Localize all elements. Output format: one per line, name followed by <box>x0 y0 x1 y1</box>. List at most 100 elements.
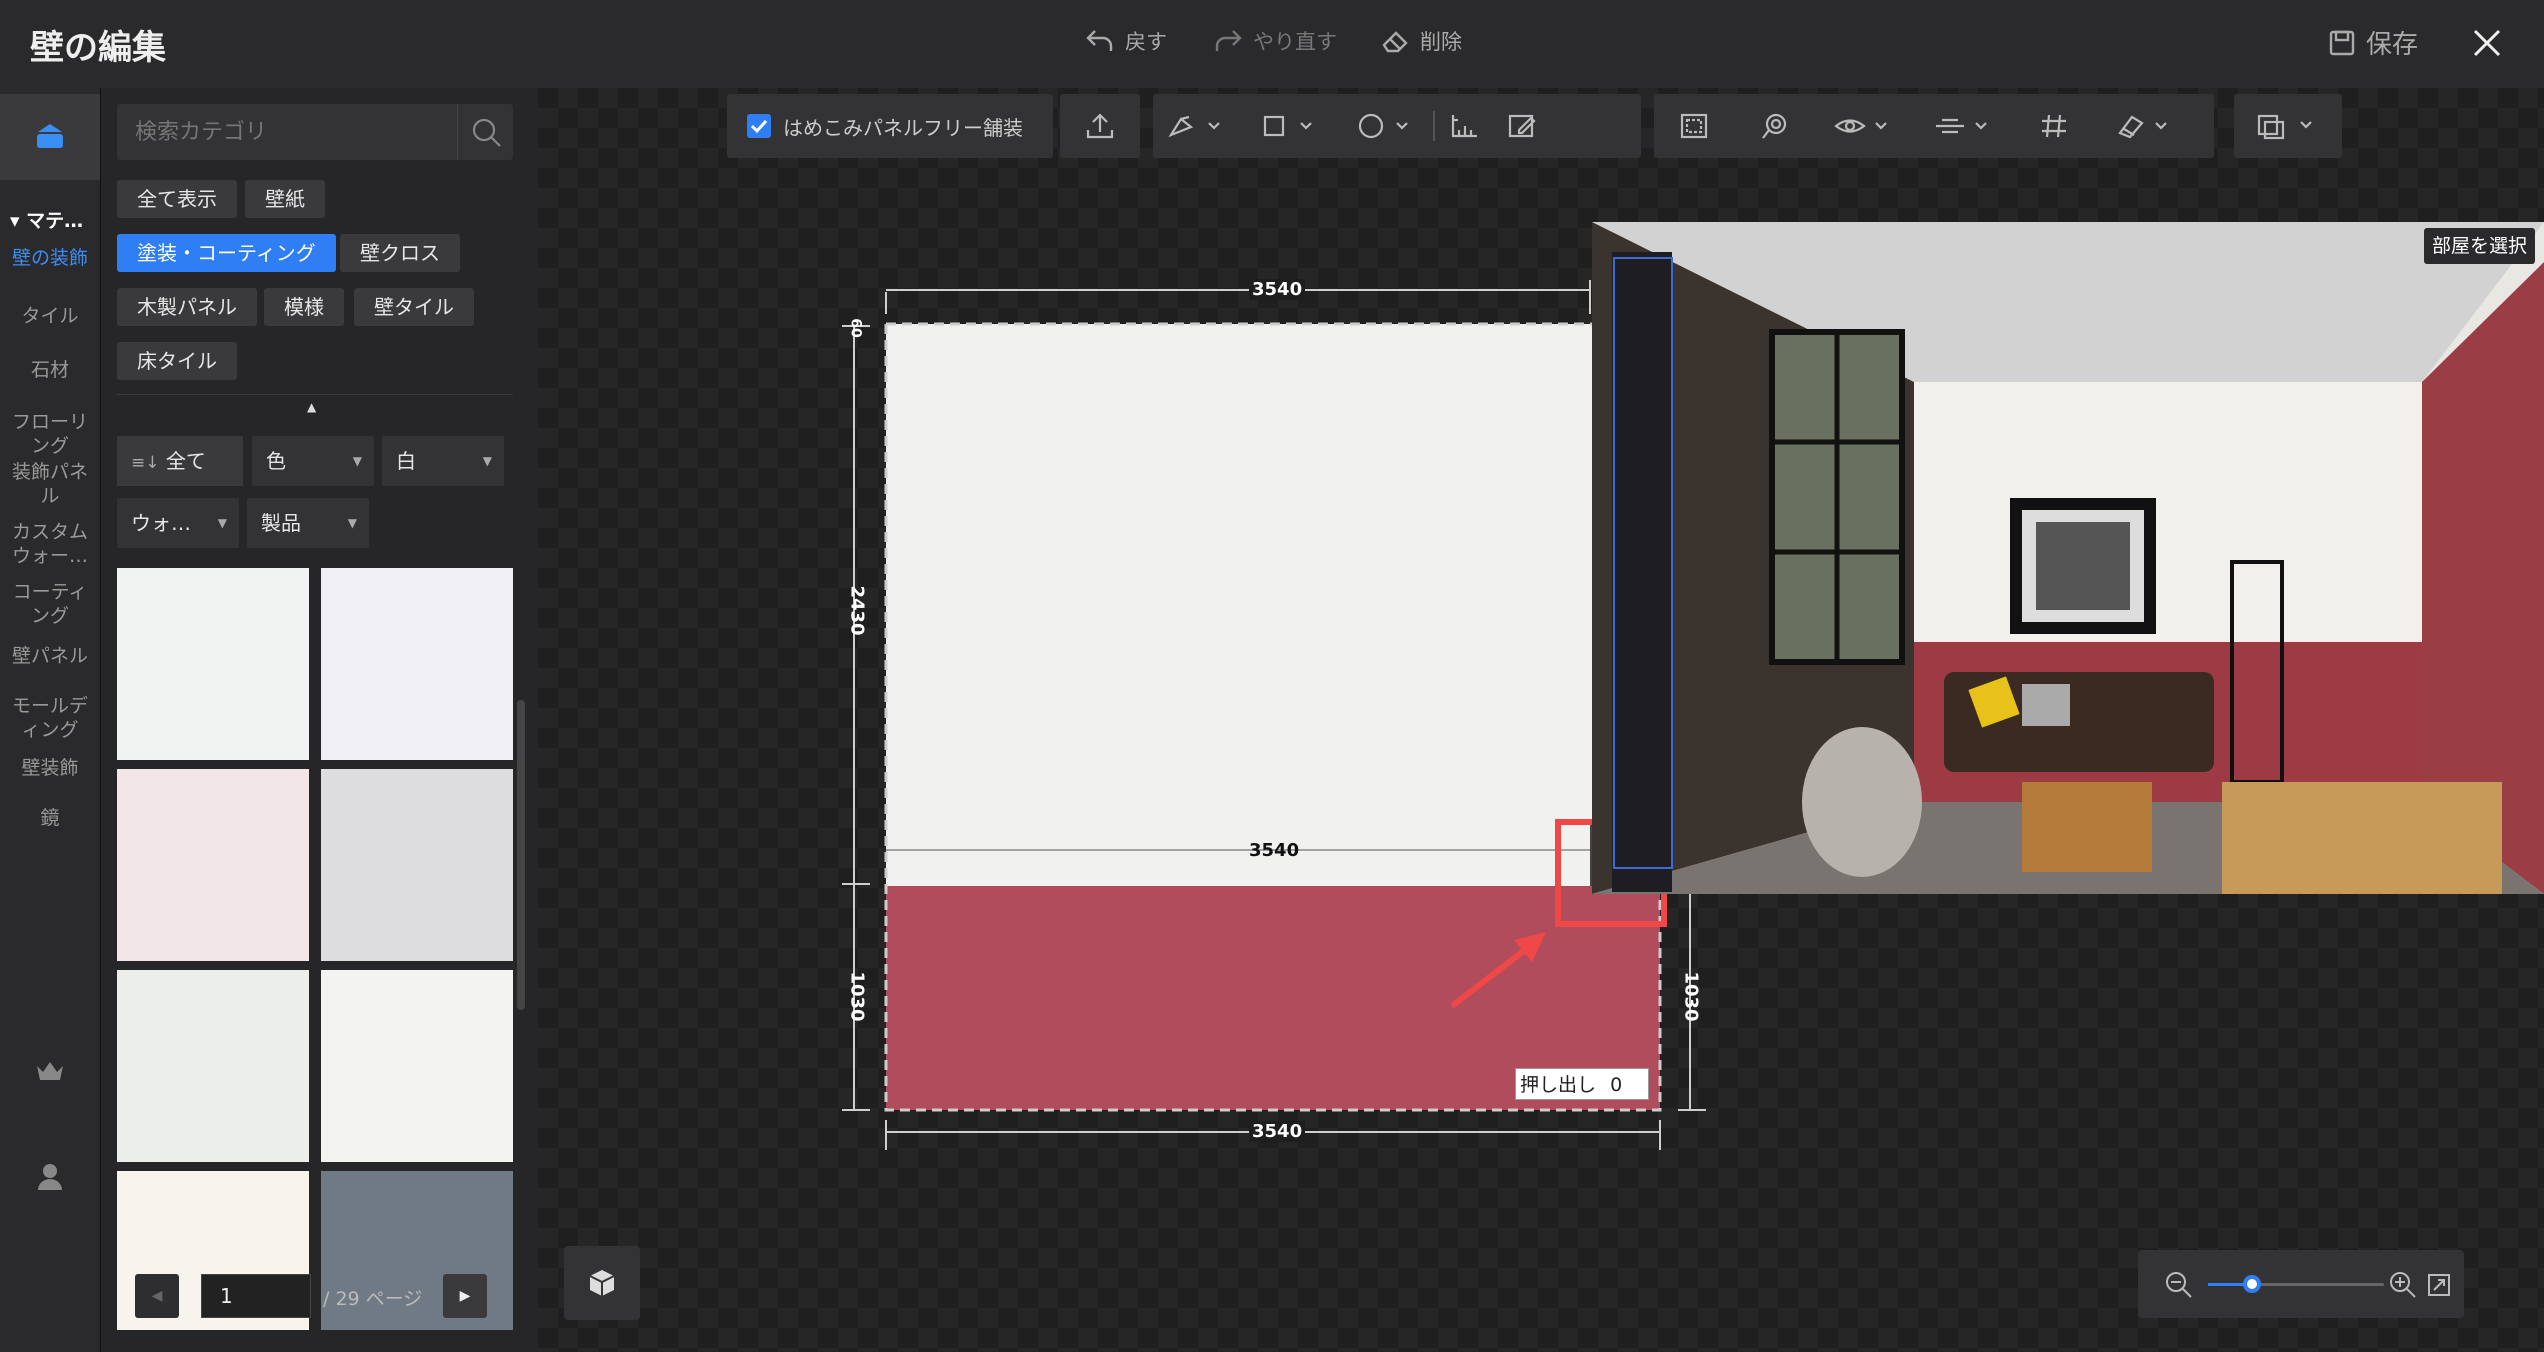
undo-icon <box>1086 30 1113 51</box>
material-swatch[interactable] <box>321 769 513 961</box>
color-filter-label: 色 <box>266 449 286 473</box>
circle-tool-button[interactable] <box>1337 94 1433 158</box>
redo-button[interactable]: やり直す <box>1213 26 1337 56</box>
nav-item[interactable]: コーティ ング <box>0 580 100 628</box>
nav-item[interactable]: カスタム ウォー… <box>0 520 100 568</box>
material-swatch[interactable] <box>117 769 309 961</box>
lasso-button[interactable] <box>1734 94 1814 158</box>
door-panel <box>1612 252 1672 892</box>
nav-item[interactable]: 壁の装飾 <box>0 246 100 270</box>
close-icon <box>2473 29 2501 57</box>
top-small-label: 60 <box>847 318 864 338</box>
upload-button[interactable] <box>1060 94 1140 158</box>
divider <box>117 394 513 395</box>
grid-icon <box>2042 114 2066 138</box>
redo-label: やり直す <box>1253 30 1337 54</box>
circle-icon <box>1358 113 1408 139</box>
panel-scrollbar[interactable] <box>517 700 525 1010</box>
title-bar: 壁の編集 戻す やり直す 削除 保存 <box>0 0 2544 89</box>
chip-wallpaper[interactable]: 壁紙 <box>245 180 325 218</box>
material-icon <box>37 124 63 148</box>
material-swatch[interactable] <box>117 568 309 760</box>
chip-wall-cloth[interactable]: 壁クロス <box>340 234 460 272</box>
material-swatch[interactable] <box>321 568 513 760</box>
brush-button[interactable] <box>2094 94 2194 158</box>
extrude-field[interactable]: 押し出し 0 <box>1515 1068 1649 1100</box>
ruler-icon <box>1451 115 1477 138</box>
search-button[interactable] <box>457 104 514 160</box>
material-swatch[interactable] <box>117 970 309 1162</box>
measure-tool-button[interactable] <box>1435 94 1493 158</box>
next-page-button[interactable]: ▶ <box>443 1274 487 1318</box>
zoom-out-icon[interactable] <box>2164 1270 2194 1300</box>
upper-height-label: 2430 <box>846 585 868 636</box>
nav-item[interactable]: タイル <box>0 304 100 328</box>
premium-button[interactable] <box>34 1058 66 1088</box>
page-total-label: / 29 ページ <box>323 1288 423 1310</box>
account-button[interactable] <box>36 1162 64 1196</box>
nav-item[interactable]: モールデ ィング <box>0 694 100 742</box>
page-number-input[interactable] <box>201 1274 311 1318</box>
search-input[interactable] <box>117 104 457 160</box>
material-tab[interactable] <box>0 94 100 180</box>
wall-upper-section[interactable] <box>886 324 1610 886</box>
chip-floor-tile[interactable]: 床タイル <box>117 342 237 380</box>
zoom-slider-thumb[interactable] <box>2243 1275 2261 1293</box>
grid-button[interactable] <box>2014 94 2094 158</box>
nav-item[interactable]: 壁パネル <box>0 644 100 668</box>
right-height-label: 1030 <box>1680 971 1702 1022</box>
copy-button[interactable] <box>2234 94 2342 158</box>
save-label: 保存 <box>2366 30 2419 60</box>
collapse-chips-icon[interactable]: ▲ <box>307 400 316 414</box>
top-width-label: 3540 <box>1249 279 1306 300</box>
visibility-button[interactable] <box>1814 94 1914 158</box>
undo-button[interactable]: 戻す <box>1085 26 1167 56</box>
caret-down-icon: ▼ <box>352 454 362 468</box>
chip-pattern[interactable]: 模様 <box>264 288 344 326</box>
nav-item[interactable]: 装飾パネ ル <box>0 460 100 508</box>
nav-item[interactable]: 壁装飾 <box>0 756 100 780</box>
prev-page-button[interactable]: ◀ <box>135 1274 179 1318</box>
align-button[interactable] <box>1914 94 2014 158</box>
view-3d-button[interactable] <box>564 1246 640 1320</box>
eye-icon <box>1834 119 1887 133</box>
room-3d-preview[interactable] <box>1592 222 2544 894</box>
section-toggle[interactable]: ▾ マテ… <box>10 206 83 233</box>
color-filter-dropdown[interactable]: 色 ▼ <box>252 436 374 486</box>
save-button[interactable]: 保存 <box>2328 24 2418 61</box>
delete-button[interactable]: 削除 <box>1380 26 1462 56</box>
picture-photo <box>2036 522 2130 610</box>
material-swatch[interactable] <box>321 970 513 1162</box>
color-value-label: 白 <box>396 449 416 473</box>
nav-item[interactable]: 石材 <box>0 358 100 382</box>
panel-free-checkbox[interactable] <box>747 114 771 138</box>
nav-item[interactable]: フローリ ング <box>0 410 100 458</box>
select-frame-button[interactable] <box>1654 94 1734 158</box>
zoom-slider-track[interactable] <box>2208 1275 2384 1293</box>
crown-icon <box>37 1062 63 1080</box>
edit-area-icon <box>1508 114 1536 138</box>
chip-paint-coating[interactable]: 塗装・コーティング <box>117 234 336 272</box>
zoom-in-icon[interactable] <box>2388 1270 2418 1300</box>
rectangle-tool-button[interactable] <box>1241 94 1337 158</box>
side-chair <box>2222 782 2502 894</box>
search-icon <box>472 118 501 147</box>
fit-screen-icon[interactable] <box>2426 1272 2452 1298</box>
edit-area-button[interactable] <box>1493 94 1551 158</box>
chip-show-all[interactable]: 全て表示 <box>117 180 237 218</box>
eraser-icon <box>1382 31 1408 53</box>
sort-all-button[interactable]: ≡↓ 全て <box>117 436 243 486</box>
product-filter-dropdown[interactable]: 製品 ▼ <box>247 498 369 548</box>
select-room-button[interactable]: 部屋を選択 <box>2424 228 2536 264</box>
chip-wall-tile[interactable]: 壁タイル <box>354 288 474 326</box>
close-button[interactable] <box>2470 26 2504 64</box>
coffee-table <box>2022 782 2152 872</box>
redo-icon <box>1215 30 1242 51</box>
user-icon <box>38 1164 62 1190</box>
armchair <box>1802 727 1922 877</box>
nav-item[interactable]: 鏡 <box>0 806 100 830</box>
pen-tool-button[interactable] <box>1153 94 1241 158</box>
chip-wood-panel[interactable]: 木製パネル <box>117 288 257 326</box>
color-value-dropdown[interactable]: 白 ▼ <box>382 436 504 486</box>
type-filter-dropdown[interactable]: ウォ… ▼ <box>117 498 239 548</box>
